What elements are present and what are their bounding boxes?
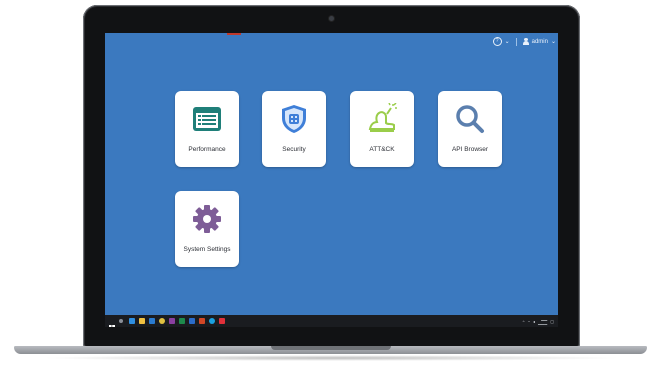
system-tray: ^ ◔ ◂ ▁▁ ▁▁▁ ▢ [523, 316, 554, 326]
list-window-icon [191, 103, 223, 135]
app-label: Security [282, 146, 306, 153]
volume-icon[interactable]: ◂ [533, 319, 535, 324]
app-label: System Settings [183, 246, 231, 253]
taskbar: ^ ◔ ◂ ▁▁ ▁▁▁ ▢ [105, 315, 558, 327]
topbar-separator [515, 37, 517, 46]
app-label: API Browser [451, 146, 489, 153]
app-screen: ? ⌄ admin ⌄ Performance Security ATT&CK … [105, 33, 558, 327]
topbar: ? ⌄ admin ⌄ [492, 37, 556, 46]
app-tile-api-browser[interactable]: API Browser [438, 91, 502, 167]
notifications-icon[interactable]: ▢ [550, 319, 554, 324]
laptop-shadow [40, 355, 622, 361]
task-view-icon[interactable] [129, 318, 135, 324]
tray-arrow-icon[interactable]: ^ [523, 319, 525, 324]
user-menu-chevron-icon[interactable]: ⌄ [551, 38, 556, 45]
app-tile-system-settings[interactable]: System Settings [175, 191, 239, 267]
taskbar-clock[interactable]: ▁▁ ▁▁▁ [538, 317, 547, 325]
word-icon[interactable] [189, 318, 195, 324]
shield-icon [278, 103, 310, 135]
attack-bomb-icon [366, 102, 398, 135]
app-tile-attack[interactable]: ATT&CK [350, 91, 414, 167]
chevron-down-icon[interactable]: ⌄ [505, 38, 510, 45]
search-icon[interactable] [119, 319, 123, 323]
app-label: ATT&CK [369, 146, 395, 153]
onenote-icon[interactable] [169, 318, 175, 324]
excel-icon[interactable] [179, 318, 185, 324]
powerpoint-icon[interactable] [199, 318, 205, 324]
media-icon[interactable] [219, 318, 225, 324]
magnifier-icon [454, 103, 486, 135]
user-name[interactable]: admin [532, 39, 548, 45]
help-icon[interactable]: ? [492, 37, 502, 46]
app-label: Performance [188, 146, 226, 153]
store-icon[interactable] [149, 318, 155, 324]
app-tile-performance[interactable]: Performance [175, 91, 239, 167]
user-icon [522, 38, 529, 45]
laptop-notch [271, 346, 391, 350]
windows-start-icon[interactable] [109, 318, 115, 327]
webcam [329, 16, 334, 21]
app-tile-security[interactable]: Security [262, 91, 326, 167]
file-explorer-icon[interactable] [139, 318, 145, 324]
network-icon[interactable]: ◔ [528, 319, 530, 324]
screen-accent-mark [227, 33, 241, 35]
chrome-icon[interactable] [159, 318, 165, 324]
gear-icon [191, 203, 223, 235]
skype-icon[interactable] [209, 318, 215, 324]
